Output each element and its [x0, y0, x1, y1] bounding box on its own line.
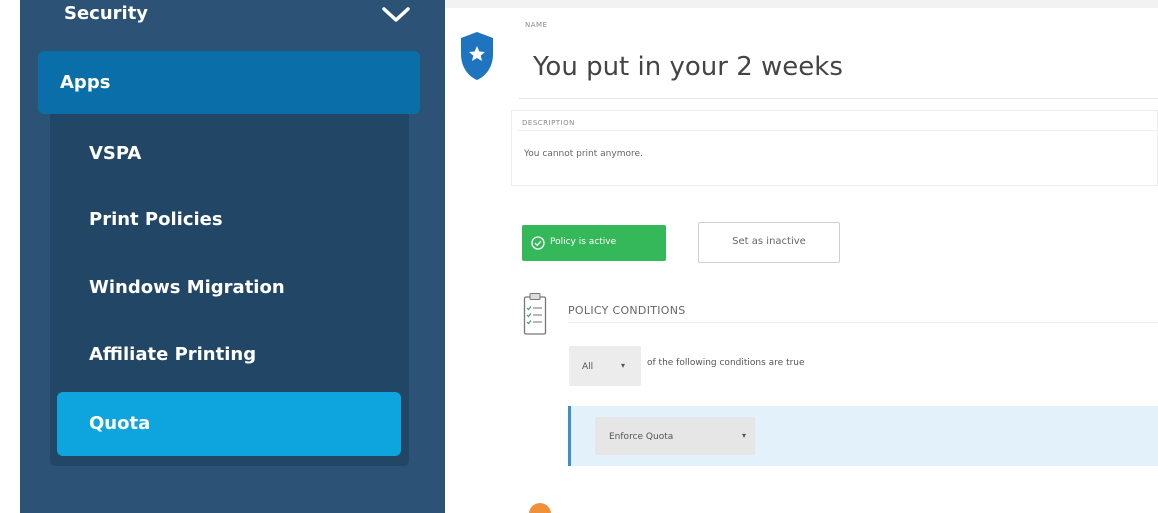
security-label: Security [64, 3, 149, 24]
match-mode-select[interactable]: All ▾ [569, 346, 641, 386]
condition-type-value: Enforce Quota [609, 432, 674, 442]
caret-down-icon: ▾ [621, 361, 626, 370]
sidebar-item-affiliate-printing[interactable]: Affiliate Printing [57, 323, 401, 387]
apps-submenu: VSPA Print Policies Windows Migration Af… [50, 114, 409, 466]
sidebar-item-print-policies[interactable]: Print Policies [57, 188, 401, 252]
check-circle-icon [531, 236, 545, 250]
policy-name-input[interactable]: You put in your 2 weeks [533, 52, 843, 82]
chevron-down-icon[interactable] [381, 6, 411, 24]
policy-conditions-heading: POLICY CONDITIONS [568, 304, 686, 317]
policy-editor: NAME You put in your 2 weeks DESCRIPTION… [445, 0, 1158, 513]
divider [518, 130, 1158, 131]
sidebar-item-apps[interactable]: Apps [38, 51, 420, 114]
sidebar-item-windows-migration[interactable]: Windows Migration [57, 256, 401, 320]
condition-type-select[interactable]: Enforce Quota ▾ [595, 417, 755, 455]
sidebar-item-label: Apps [60, 72, 111, 93]
name-label: NAME [525, 21, 548, 29]
set-inactive-button[interactable]: Set as inactive [698, 222, 840, 263]
condition-row-accent [568, 406, 571, 466]
sidebar-item-quota[interactable]: Quota [57, 392, 401, 456]
sidebar-item-label: Affiliate Printing [89, 344, 257, 365]
description-value: You cannot print anymore. [524, 149, 643, 159]
policy-active-button[interactable]: Policy is active [522, 225, 666, 261]
conditions-description: of the following conditions are true [647, 358, 805, 368]
condition-row: Enforce Quota ▾ [568, 406, 1158, 466]
sidebar-item-label: VSPA [89, 143, 142, 164]
shield-star-icon [461, 32, 493, 80]
divider [568, 322, 1158, 323]
match-mode-value: All [582, 362, 594, 372]
set-inactive-label: Set as inactive [732, 236, 806, 247]
sidebar-item-label: Print Policies [89, 209, 223, 230]
top-band [445, 0, 1158, 8]
policy-active-label: Policy is active [550, 237, 617, 247]
sidebar-item-vspa[interactable]: VSPA [57, 122, 401, 186]
sidebar-item-label: Windows Migration [89, 277, 285, 298]
sidebar-section-security[interactable]: Security [20, 0, 445, 48]
description-field[interactable]: DESCRIPTION You cannot print anymore. [511, 110, 1158, 186]
clipboard-checklist-icon [523, 293, 547, 335]
description-label: DESCRIPTION [522, 119, 575, 127]
sidebar: Security Apps VSPA Print Policies Window… [20, 0, 445, 513]
sidebar-item-label: Quota [89, 413, 151, 434]
divider [519, 98, 1158, 99]
section-icon [529, 503, 551, 513]
caret-down-icon: ▾ [742, 431, 747, 440]
